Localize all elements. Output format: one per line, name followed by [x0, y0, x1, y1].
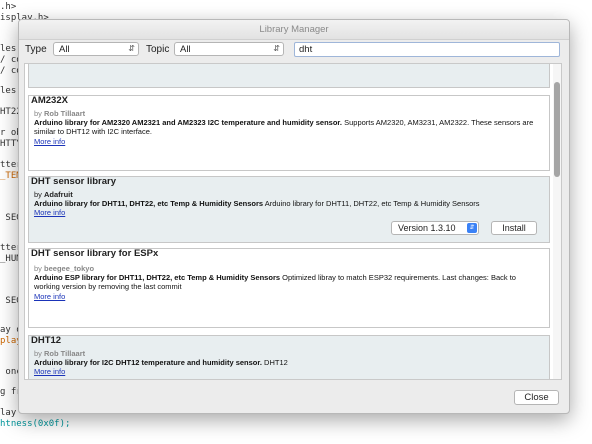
description-bold: Arduino library for AM2320 AM2321 and AM…	[34, 118, 343, 127]
more-info-link[interactable]: More info	[34, 137, 65, 146]
library-description: Arduino library for I2C DHT12 temperatur…	[34, 358, 541, 367]
more-info-link[interactable]: More info	[34, 367, 65, 376]
chevron-updown-icon: ⇵	[128, 44, 135, 53]
chevron-updown-icon: ⇵	[273, 44, 280, 53]
author-name: Rob Tillaart	[44, 109, 86, 118]
version-select[interactable]: Version 1.3.10 ⇵	[391, 221, 479, 235]
author-name: Rob Tillaart	[44, 349, 86, 358]
author-name: beegee_tokyo	[44, 264, 95, 273]
library-manager-dialog: Library Manager Type All ⇵ Topic All ⇵ d…	[18, 19, 570, 414]
list-item-dht-sensor-library[interactable]: DHT sensor library by Adafruit Arduino l…	[28, 176, 550, 243]
version-select-value: Version 1.3.10	[398, 223, 456, 233]
code-line: les	[0, 44, 17, 54]
search-input[interactable]: dht	[294, 42, 560, 57]
type-select-value: All	[59, 44, 70, 55]
topic-select-value: All	[180, 44, 191, 55]
chevron-updown-icon: ⇵	[467, 223, 477, 233]
author-name: Adafruit	[44, 190, 73, 199]
install-button[interactable]: Install	[491, 221, 537, 235]
dialog-title: Library Manager	[19, 20, 569, 40]
filter-bar: Type All ⇵ Topic All ⇵ dht	[19, 41, 569, 59]
description-bold: Arduino library for I2C DHT12 temperatur…	[34, 358, 262, 367]
library-author: by Rob Tillaart	[34, 349, 85, 358]
list-item-dht-espx[interactable]: DHT sensor library for ESPx by beegee_to…	[28, 248, 550, 328]
library-author: by Adafruit	[34, 190, 73, 199]
by-prefix: by	[34, 109, 45, 118]
description-text: DHT12	[261, 358, 288, 367]
library-description: Arduino library for DHT11, DHT22, etc Te…	[34, 199, 541, 208]
more-info-link[interactable]: More info	[34, 292, 65, 301]
list-item-am232x[interactable]: AM232X by Rob Tillaart Arduino library f…	[28, 95, 550, 171]
library-list[interactable]: AM232X by Rob Tillaart Arduino library f…	[24, 63, 562, 380]
topic-label: Topic	[146, 44, 170, 55]
topic-select[interactable]: All ⇵	[174, 42, 284, 56]
by-prefix: by	[34, 190, 45, 199]
scrollbar[interactable]	[553, 64, 561, 379]
type-select[interactable]: All ⇵	[53, 42, 139, 56]
list-item-dht12[interactable]: DHT12 by Rob Tillaart Arduino library fo…	[28, 335, 550, 379]
code-line: htness(0x0f);	[0, 419, 71, 429]
library-title: DHT12	[31, 335, 62, 346]
by-prefix: by	[34, 349, 45, 358]
code-line: .h>	[0, 2, 17, 12]
library-author: by beegee_tokyo	[34, 264, 94, 273]
description-bold: Arduino library for DHT11, DHT22, etc Te…	[34, 199, 264, 208]
list-item-partial[interactable]	[28, 64, 550, 88]
more-info-link[interactable]: More info	[34, 208, 65, 217]
description-bold: Arduino ESP library for DHT11, DHT22, et…	[34, 273, 281, 282]
library-author: by Rob Tillaart	[34, 109, 85, 118]
close-button[interactable]: Close	[514, 390, 559, 405]
by-prefix: by	[34, 264, 45, 273]
description-text: Arduino library for DHT11, DHT22, etc Te…	[263, 199, 480, 208]
type-label: Type	[25, 44, 47, 55]
library-title: DHT sensor library for ESPx	[31, 248, 159, 259]
library-title: AM232X	[31, 95, 68, 106]
library-description: Arduino ESP library for DHT11, DHT22, et…	[34, 273, 541, 291]
library-title: DHT sensor library	[31, 176, 116, 187]
scrollbar-thumb[interactable]	[554, 82, 560, 177]
code-line: les	[0, 86, 17, 96]
library-description: Arduino library for AM2320 AM2321 and AM…	[34, 118, 541, 136]
